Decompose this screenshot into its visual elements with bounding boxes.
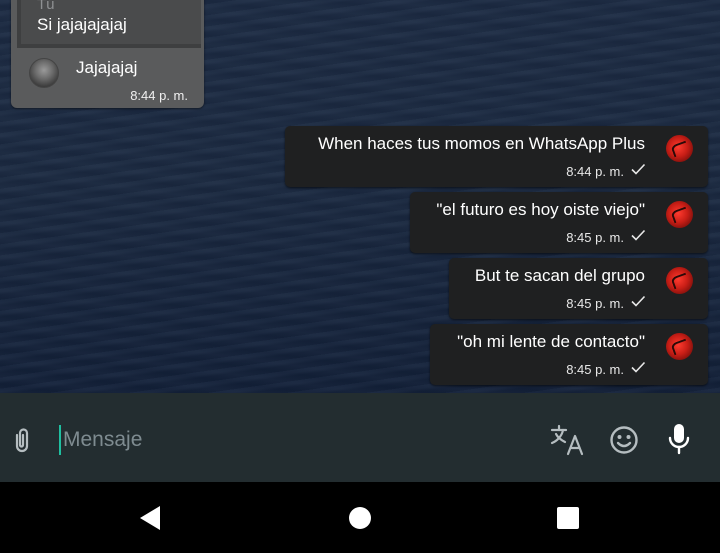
quoted-text: Si jajajajajaj <box>37 15 127 34</box>
back-icon[interactable] <box>138 505 162 531</box>
own-avatar[interactable] <box>666 201 693 228</box>
outgoing-message-bubble[interactable]: "oh mi lente de contacto" 8:45 p. m. <box>430 324 708 385</box>
microphone-icon[interactable] <box>666 422 692 458</box>
message-time: 8:45 p. m. <box>566 362 624 377</box>
text-cursor <box>59 425 61 455</box>
own-avatar[interactable] <box>666 333 693 360</box>
quoted-author: Tú <box>37 0 55 13</box>
own-avatar[interactable] <box>666 135 693 162</box>
message-text: "oh mi lente de contacto" <box>457 332 645 351</box>
incoming-message-bubble[interactable]: Tú Si jajajajajaj Jajajajaj 8:44 p. m. <box>11 0 204 108</box>
own-avatar[interactable] <box>666 267 693 294</box>
sent-check-icon <box>631 361 646 373</box>
home-icon[interactable] <box>348 506 372 530</box>
sent-check-icon <box>631 163 646 175</box>
sent-check-icon <box>631 295 646 307</box>
message-time: 8:45 p. m. <box>566 296 624 311</box>
message-text: But te sacan del grupo <box>474 266 645 285</box>
message-text: When haces tus momos en WhatsApp Plus <box>318 134 645 153</box>
emoji-icon[interactable] <box>609 425 639 455</box>
quoted-message[interactable]: Tú Si jajajajajaj <box>17 0 201 48</box>
sender-avatar[interactable] <box>29 58 59 88</box>
paperclip-icon[interactable] <box>10 425 34 455</box>
message-text: Jajajajaj <box>76 58 138 77</box>
outgoing-message-bubble[interactable]: "el futuro es hoy oiste viejo" 8:45 p. m… <box>410 192 708 253</box>
message-time: 8:44 p. m. <box>566 164 624 179</box>
recents-icon[interactable] <box>556 506 580 530</box>
outgoing-message-bubble[interactable]: When haces tus momos en WhatsApp Plus 8:… <box>285 126 708 187</box>
message-time: 8:44 p. m. <box>130 88 188 103</box>
message-text: "el futuro es hoy oiste viejo" <box>436 200 645 219</box>
sent-check-icon <box>631 229 646 241</box>
chat-area[interactable]: Tú Si jajajajajaj Jajajajaj 8:44 p. m. W… <box>0 0 720 393</box>
outgoing-message-bubble[interactable]: But te sacan del grupo 8:45 p. m. <box>449 258 708 319</box>
translate-icon[interactable] <box>550 424 586 458</box>
message-input[interactable]: Mensaje <box>63 428 142 452</box>
message-time: 8:45 p. m. <box>566 230 624 245</box>
